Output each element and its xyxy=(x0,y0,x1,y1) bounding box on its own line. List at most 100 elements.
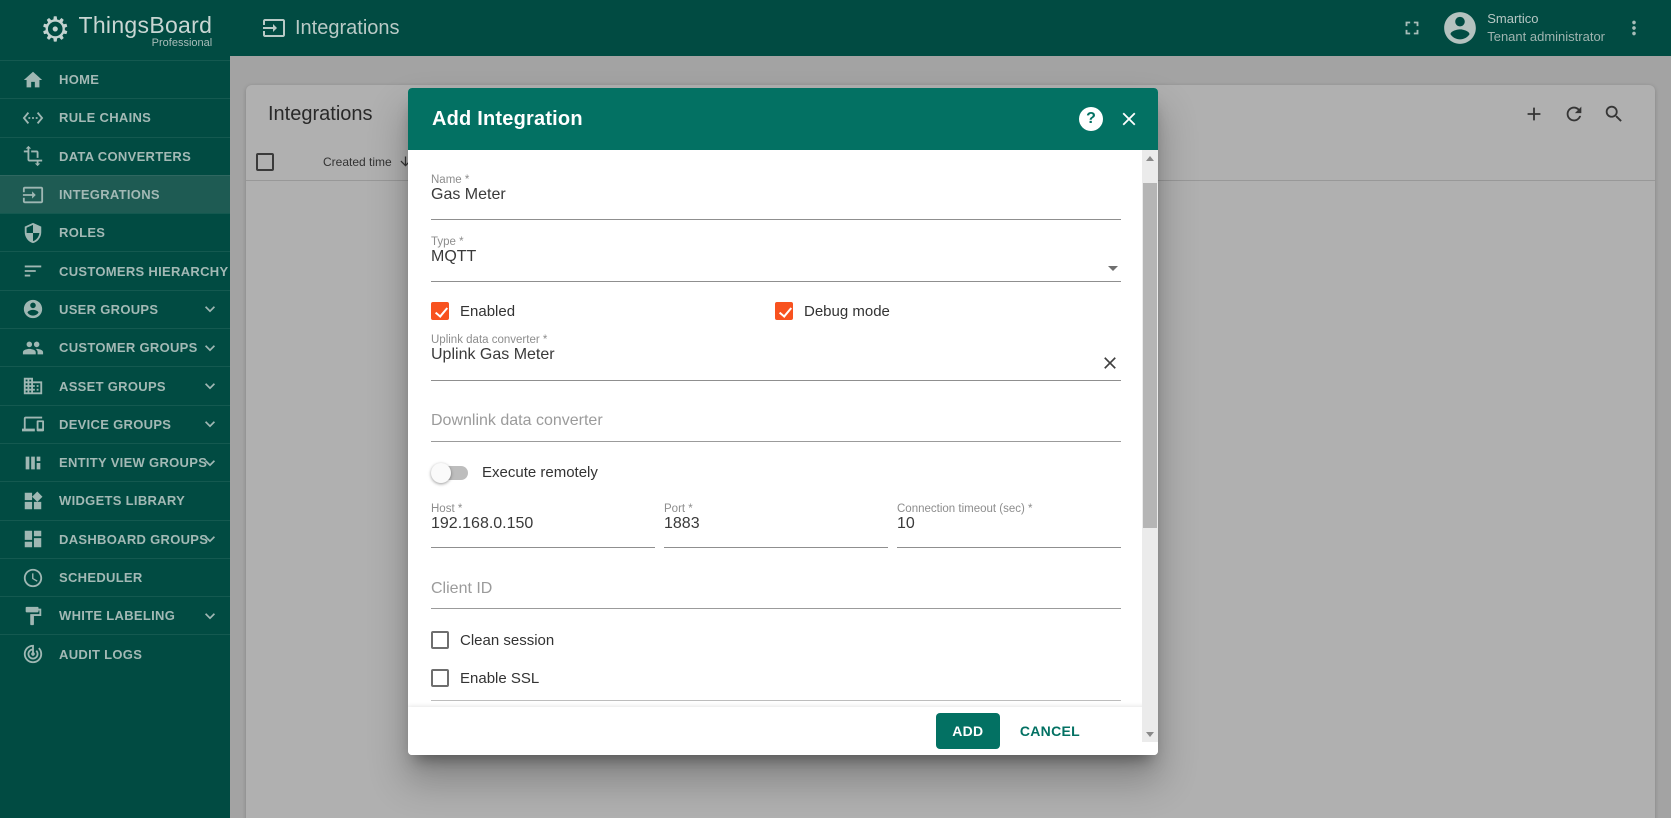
sidebar-item-rule-chains[interactable]: RULE CHAINS xyxy=(0,98,230,136)
close-icon[interactable] xyxy=(1118,108,1140,130)
chevron-down-icon xyxy=(200,606,220,626)
host-field[interactable] xyxy=(431,515,655,533)
uplink-underline xyxy=(431,380,1121,381)
type-underline xyxy=(431,281,1121,282)
uplink-converter-field[interactable] xyxy=(431,346,1121,364)
dialog-footer: ADD CANCEL xyxy=(408,707,1158,755)
add-integration-dialog: Add Integration ? Name * Type * xyxy=(408,88,1158,755)
home-icon xyxy=(22,69,44,91)
downlink-underline xyxy=(431,441,1121,442)
topbar-breadcrumb: Integrations xyxy=(262,16,400,40)
user-menu[interactable]: Smartico Tenant administrator xyxy=(1487,10,1605,45)
sidebar: ⚙ ThingsBoard Professional HOME RULE CHA… xyxy=(0,0,230,818)
add-button[interactable]: ADD xyxy=(935,713,1000,749)
type-select[interactable] xyxy=(431,248,1121,266)
dashboard-groups-icon xyxy=(22,528,44,550)
sidebar-item-home[interactable]: HOME xyxy=(0,60,230,98)
enable-ssl-checkbox[interactable]: Enable SSL xyxy=(431,669,539,687)
app-logo[interactable]: ⚙ ThingsBoard Professional xyxy=(0,0,230,60)
sidebar-item-asset-groups[interactable]: ASSET GROUPS xyxy=(0,366,230,404)
sidebar-item-label: AUDIT LOGS xyxy=(59,646,143,662)
scroll-up-icon[interactable] xyxy=(1142,150,1158,166)
sidebar-item-audit-logs[interactable]: AUDIT LOGS xyxy=(0,634,230,672)
scrollbar-thumb[interactable] xyxy=(1143,183,1157,528)
dialog-scrollbar[interactable] xyxy=(1142,150,1158,742)
type-label: Type * xyxy=(431,236,464,248)
sidebar-item-entity-view-groups[interactable]: ENTITY VIEW GROUPS xyxy=(0,442,230,481)
timeout-underline xyxy=(897,547,1121,548)
clean-session-checkbox[interactable]: Clean session xyxy=(431,631,554,649)
clear-icon[interactable] xyxy=(1100,353,1120,373)
execute-remotely-toggle[interactable]: Execute remotely xyxy=(431,462,598,483)
type-dropdown-arrow-icon[interactable] xyxy=(1108,266,1118,271)
sidebar-item-label: CUSTOMER GROUPS xyxy=(59,340,198,356)
white-labeling-icon xyxy=(22,605,44,627)
sidebar-item-scheduler[interactable]: SCHEDULER xyxy=(0,557,230,596)
host-label: Host * xyxy=(431,503,463,515)
avatar[interactable] xyxy=(1441,9,1479,47)
integrations-icon xyxy=(22,184,44,206)
client-id-field[interactable] xyxy=(431,580,1121,598)
timeout-field[interactable] xyxy=(897,515,1121,533)
port-label: Port * xyxy=(664,503,693,515)
user-role: Tenant administrator xyxy=(1487,29,1605,44)
sidebar-item-label: WHITE LABELING xyxy=(59,608,176,624)
checkbox-icon xyxy=(431,302,449,320)
sidebar-item-integrations[interactable]: INTEGRATIONS xyxy=(0,174,230,214)
logo-title: ThingsBoard xyxy=(78,11,213,38)
sidebar-item-label: DASHBOARD GROUPS xyxy=(59,531,209,547)
logo-subtitle: Professional xyxy=(151,36,213,49)
chevron-down-icon xyxy=(200,299,220,319)
sidebar-nav: HOME RULE CHAINS DATA CONVERTERS INTEGRA… xyxy=(0,60,230,673)
sidebar-item-label: INTEGRATIONS xyxy=(59,187,160,203)
chevron-down-icon xyxy=(200,529,220,549)
port-field[interactable] xyxy=(664,515,888,533)
chevron-down-icon xyxy=(200,376,220,396)
sidebar-item-label: DATA CONVERTERS xyxy=(59,148,192,164)
sidebar-item-device-groups[interactable]: DEVICE GROUPS xyxy=(0,404,230,443)
sidebar-item-label: HOME xyxy=(59,72,100,88)
topbar: Integrations Smartico Tenant administrat… xyxy=(230,0,1671,56)
device-groups-icon xyxy=(22,413,44,435)
checkbox-icon xyxy=(431,631,449,649)
sidebar-item-label: ENTITY VIEW GROUPS xyxy=(59,455,208,471)
debug-mode-checkbox[interactable]: Debug mode xyxy=(775,302,890,320)
uplink-converter-label: Uplink data converter * xyxy=(431,334,548,346)
toggle-track-icon xyxy=(431,462,468,483)
enabled-checkbox[interactable]: Enabled xyxy=(431,302,515,320)
sidebar-item-dashboard-groups[interactable]: DASHBOARD GROUPS xyxy=(0,519,230,558)
checkbox-icon xyxy=(431,669,449,687)
entity-view-groups-icon xyxy=(22,452,44,474)
more-vert-icon[interactable] xyxy=(1623,17,1645,39)
asset-groups-icon xyxy=(22,375,44,397)
dialog-title: Add Integration xyxy=(432,107,583,130)
sidebar-item-label: WIDGETS LIBRARY xyxy=(59,493,186,509)
scheduler-icon xyxy=(22,567,44,589)
sidebar-item-white-labeling[interactable]: WHITE LABELING xyxy=(0,596,230,634)
sidebar-item-customer-groups[interactable]: CUSTOMER GROUPS xyxy=(0,328,230,366)
sidebar-item-roles[interactable]: ROLES xyxy=(0,213,230,251)
sidebar-item-widgets-library[interactable]: WIDGETS LIBRARY xyxy=(0,481,230,519)
scroll-down-icon[interactable] xyxy=(1142,726,1158,742)
name-field[interactable] xyxy=(431,186,1121,204)
topbar-title: Integrations xyxy=(295,16,400,39)
sidebar-item-user-groups[interactable]: USER GROUPS xyxy=(0,289,230,328)
chevron-down-icon xyxy=(200,453,220,473)
chevron-down-icon xyxy=(200,338,220,358)
sidebar-item-customers-hierarchy[interactable]: CUSTOMERS HIERARCHY xyxy=(0,251,230,289)
integrations-icon xyxy=(262,16,286,40)
checkbox-icon xyxy=(775,302,793,320)
cancel-button[interactable]: CANCEL xyxy=(1020,723,1080,739)
next-field-underline xyxy=(431,700,1121,701)
downlink-converter-field[interactable] xyxy=(431,412,1121,430)
sidebar-item-label: DEVICE GROUPS xyxy=(59,416,172,432)
fullscreen-icon[interactable] xyxy=(1401,17,1423,39)
toggle-knob-icon xyxy=(431,462,451,483)
name-label: Name * xyxy=(431,174,470,186)
name-underline xyxy=(431,219,1121,220)
help-icon[interactable]: ? xyxy=(1079,107,1103,131)
sidebar-item-label: ROLES xyxy=(59,225,106,241)
host-underline xyxy=(431,547,655,548)
sidebar-item-data-converters[interactable]: DATA CONVERTERS xyxy=(0,136,230,175)
user-name: Smartico xyxy=(1487,11,1539,27)
